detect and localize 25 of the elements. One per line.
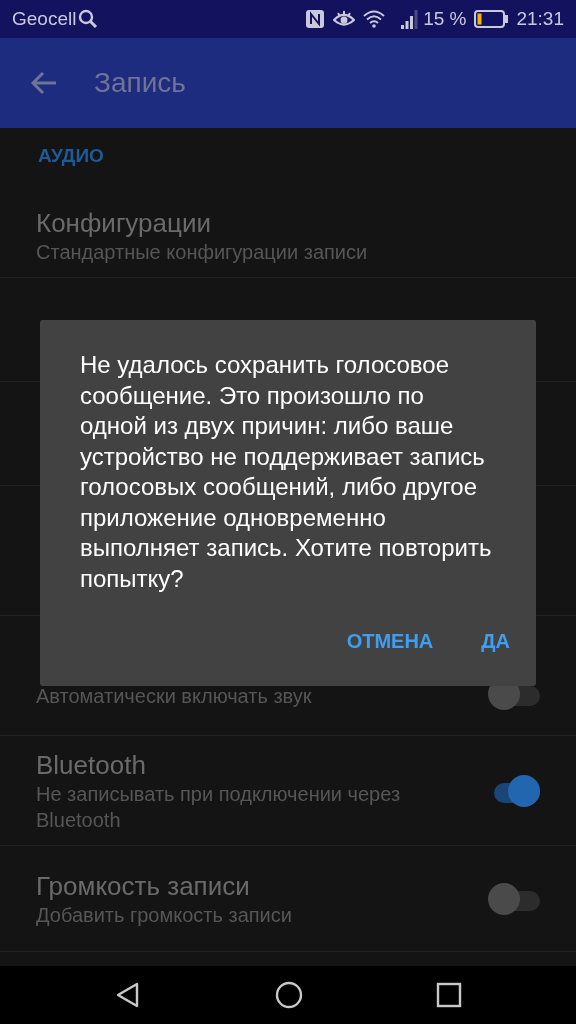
setting-title[interactable]: Конфигурации (36, 207, 540, 239)
setting-title[interactable]: Bluetooth (36, 748, 472, 781)
signal-icon (401, 9, 420, 29)
setting-title[interactable]: Громкость записи (36, 869, 472, 902)
recents-icon[interactable] (435, 982, 462, 1008)
battery-icon (474, 10, 509, 28)
eye-icon (333, 10, 356, 28)
wifi-icon (363, 10, 386, 28)
setting-subtitle: Добавить громкость записи (36, 902, 293, 928)
setting-subtitle: Стандартные конфигурации записи (36, 240, 369, 265)
clock-time: 21:31 (516, 6, 564, 31)
search-icon (78, 9, 99, 29)
screen-title: Запись (94, 66, 186, 100)
dialog-message: Не удалось сохранить голосовое сообщение. Это произошло по одной из двух причин: либо ваше устройство не поддерживает запись голосовых сообщений, либо другое приложение одновременно выполняет запись. Хотите повторить попытку? (80, 350, 493, 594)
nfc-icon (305, 9, 326, 29)
home-icon[interactable] (275, 981, 303, 1009)
back-arrow-icon[interactable] (30, 71, 58, 95)
dialog-button[interactable]: ДА (469, 620, 522, 662)
battery-percent: 15 % (423, 6, 467, 31)
setting-subtitle: Не записывать при подключении через Bluetooth (36, 781, 402, 833)
dialog-button[interactable]: ОТМЕНА (334, 620, 446, 662)
toggle-switch[interactable] (488, 885, 540, 912)
section-header: АУДИО (38, 145, 104, 166)
carrier-name: Geocell (12, 6, 77, 31)
setting-subtitle: Автоматически включать звук (36, 683, 313, 709)
